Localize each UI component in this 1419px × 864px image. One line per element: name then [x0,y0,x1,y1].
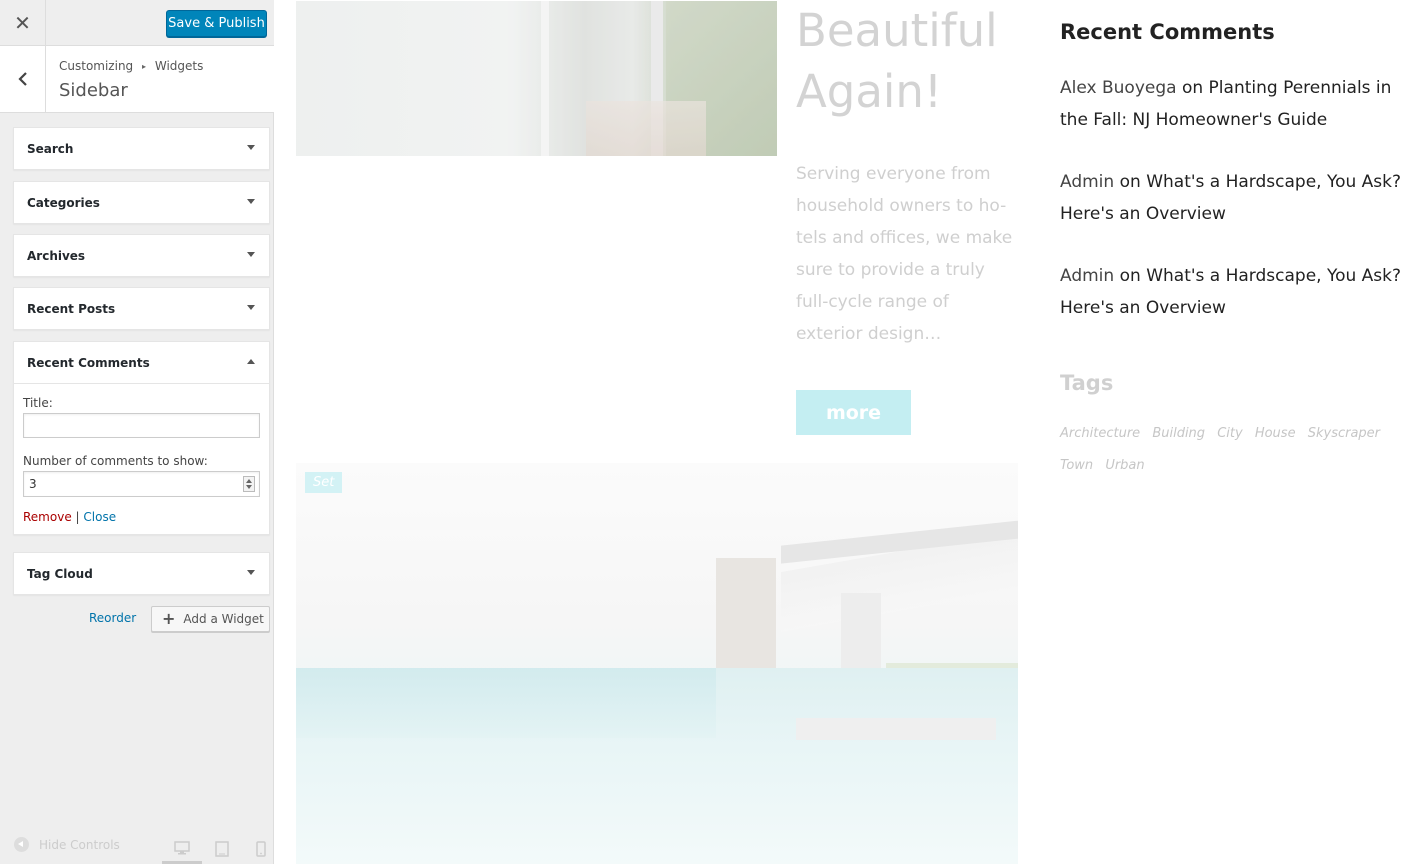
number-value: 3 [29,477,37,491]
widget-recent-posts[interactable]: Recent Posts [13,287,270,330]
category-badge[interactable]: Set [305,472,343,493]
tag-cloud: Architecture Building City House Skyscra… [1060,418,1419,482]
title-label: Title: [23,396,53,410]
tag-link[interactable]: Town [1060,458,1093,473]
add-widget-button[interactable]: + Add a Widget [151,606,270,632]
comment-author: Admin [1060,266,1115,286]
widget-actions: Remove | Close [23,510,259,524]
widget-title: Recent Posts [27,301,116,316]
tablet-icon [215,841,229,857]
site-preview: Beautiful Again! Serving everyone from h… [274,0,1419,864]
actions-divider: | [75,510,80,524]
post-image-interior[interactable] [296,1,777,156]
widget-title: Archives [27,248,86,263]
widget-title: Recent Comments [27,355,150,370]
expand-arrow-icon[interactable] [247,569,255,575]
breadcrumb-separator: ▸ [142,62,147,71]
breadcrumb: Customizing ▸ Widgets [59,59,203,73]
plus-icon: + [162,609,176,628]
widget-header[interactable]: Archives [14,235,269,276]
image-detail [796,718,996,740]
desktop-icon [174,840,190,854]
number-label: Number of comments to show: [23,454,208,468]
comment-author: Admin [1060,172,1115,192]
mobile-icon [256,841,266,857]
section-title: Sidebar [59,80,128,101]
back-button[interactable] [0,46,46,112]
widget-title: Search [27,141,74,156]
widget-categories[interactable]: Categories [13,181,270,224]
post-excerpt: Serving everyone from household owners t… [796,164,1013,344]
widget-header[interactable]: Search [14,128,269,169]
collapse-arrow-icon[interactable] [247,358,255,364]
widget-header[interactable]: Categories [14,182,269,223]
expand-arrow-icon[interactable] [247,251,255,257]
spin-up-icon[interactable] [246,479,252,483]
title-input[interactable] [23,413,260,438]
chevron-left-icon [17,72,27,86]
customizer-footer: Hide Controls [0,824,274,864]
comment-author: Alex Buoyega [1060,78,1177,98]
widget-tag-cloud[interactable]: Tag Cloud [13,552,270,595]
widget-header[interactable]: Recent Posts [14,288,269,329]
tags-heading: Tags [1060,371,1114,395]
close-link[interactable]: Close [83,510,116,524]
preview-tablet-button[interactable] [202,834,242,864]
customizer-panel: ✕ Save & Publish Customizing ▸ Widgets S… [0,0,274,864]
widget-title: Categories [27,195,100,210]
hide-controls-button[interactable]: Hide Controls [14,837,120,852]
preview-desktop-button[interactable] [162,834,202,864]
comment-on: on [1181,78,1204,98]
post-title-line: Beautiful [796,4,998,57]
number-spinner[interactable] [243,476,255,492]
expand-arrow-icon[interactable] [247,304,255,310]
hide-controls-label: Hide Controls [39,837,120,852]
widget-title: Tag Cloud [27,566,93,581]
save-publish-button[interactable]: Save & Publish [166,10,267,37]
reorder-link[interactable]: Reorder [89,611,136,625]
post-title[interactable]: Beautiful Again! [796,0,998,122]
spin-down-icon[interactable] [246,485,252,489]
tag-link[interactable]: City [1217,426,1242,441]
remove-link[interactable]: Remove [23,510,72,524]
close-icon: ✕ [14,11,31,35]
tag-link[interactable]: Skyscraper [1308,426,1380,441]
expand-arrow-icon[interactable] [247,198,255,204]
widget-form: Title: Number of comments to show: 3 Rem… [14,383,269,534]
image-detail [296,668,716,738]
more-button[interactable]: more [796,390,911,435]
number-of-comments-input[interactable]: 3 [23,471,260,497]
comment-on: on [1119,266,1141,286]
widget-header[interactable]: Recent Comments [14,342,269,383]
add-widget-label: Add a Widget [183,612,264,626]
comment-on: on [1119,172,1141,192]
widget-header[interactable]: Tag Cloud [14,553,269,594]
post-image-pool[interactable]: Set [296,463,1018,864]
comment-item: Admin on What's a Hardscape, You Ask? He… [1060,260,1419,324]
widget-archives[interactable]: Archives [13,234,270,277]
breadcrumb-root: Customizing [59,59,134,73]
breadcrumb-current: Widgets [154,59,204,73]
comment-item: Alex Buoyega on Planting Perennials in t… [1060,72,1419,136]
widget-search[interactable]: Search [13,127,270,170]
close-customizer-button[interactable]: ✕ [0,0,46,46]
comment-item: Admin on What's a Hardscape, You Ask? He… [1060,166,1419,230]
recent-comments-heading: Recent Comments [1060,20,1275,44]
tag-link[interactable]: Urban [1105,458,1144,473]
tag-link[interactable]: Architecture [1060,426,1140,441]
section-title-bar: Customizing ▸ Widgets Sidebar [0,46,274,113]
collapse-icon [14,837,29,852]
image-detail [586,101,706,156]
image-detail [541,1,549,156]
tag-link[interactable]: Building [1152,426,1205,441]
widget-recent-comments[interactable]: Recent Comments Title: Number of comment… [13,341,270,535]
tag-link[interactable]: House [1255,426,1296,441]
expand-arrow-icon[interactable] [247,144,255,150]
customizer-header: ✕ Save & Publish [0,0,274,46]
post-title-line: Again! [796,65,942,118]
